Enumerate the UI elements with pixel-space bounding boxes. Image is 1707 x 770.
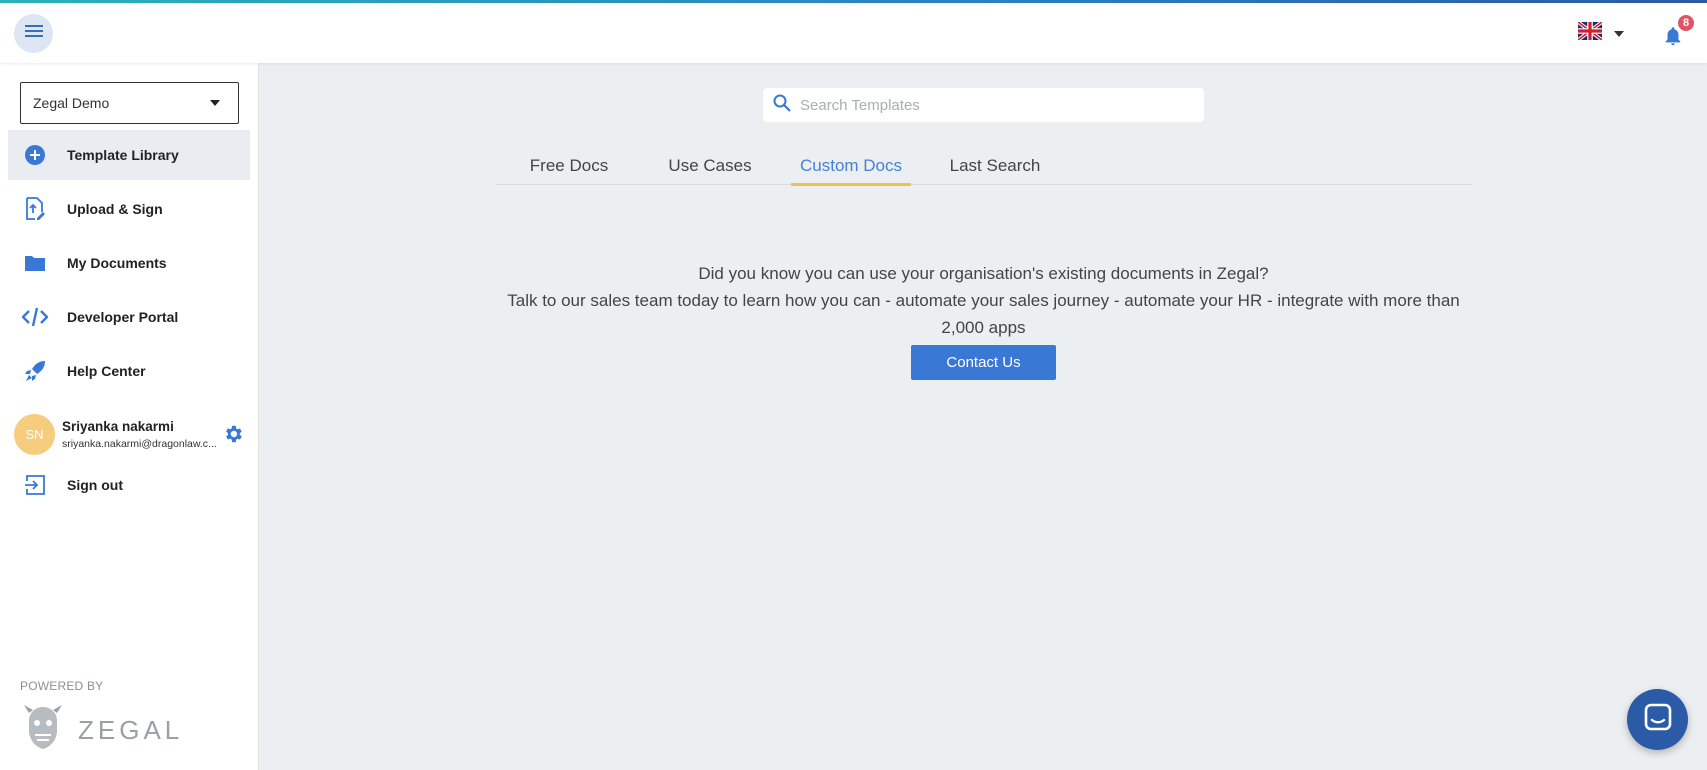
gear-icon[interactable] bbox=[222, 423, 244, 445]
message-line-1: Did you know you can use your organisati… bbox=[698, 264, 1269, 283]
top-bar: 8 bbox=[0, 3, 1707, 63]
sidebar-item-label: Upload & Sign bbox=[67, 201, 163, 217]
notification-count-badge: 8 bbox=[1676, 13, 1696, 33]
template-tabs: Free Docs Use Cases Custom Docs Last Sea… bbox=[495, 147, 1472, 186]
organisation-select[interactable]: Zegal Demo bbox=[20, 82, 239, 124]
powered-by-label: POWERED BY bbox=[20, 679, 104, 693]
contact-us-button[interactable]: Contact Us bbox=[911, 345, 1056, 380]
sign-out-button[interactable]: Sign out bbox=[8, 460, 250, 510]
search-icon bbox=[773, 94, 791, 117]
zegal-wordmark: ZEGAL bbox=[78, 715, 184, 745]
sign-out-label: Sign out bbox=[67, 477, 123, 493]
sidebar-item-label: Developer Portal bbox=[67, 309, 179, 325]
sidebar: Zegal Demo Template Library Upload & Sig… bbox=[0, 63, 259, 770]
sidebar-item-help-center[interactable]: Help Center bbox=[8, 346, 250, 396]
uk-flag-icon bbox=[1576, 20, 1604, 45]
sidebar-item-label: Help Center bbox=[67, 363, 146, 379]
hamburger-icon bbox=[24, 24, 43, 43]
menu-button[interactable] bbox=[14, 14, 53, 53]
code-icon bbox=[22, 304, 48, 330]
sidebar-item-label: My Documents bbox=[67, 255, 167, 271]
notifications-button[interactable]: 8 bbox=[1662, 13, 1696, 50]
sidebar-item-my-documents[interactable]: My Documents bbox=[8, 238, 250, 288]
organisation-select-value: Zegal Demo bbox=[33, 95, 110, 111]
avatar: SN bbox=[14, 413, 55, 455]
tab-use-cases[interactable]: Use Cases bbox=[658, 147, 762, 185]
zegal-logo: ZEGAL bbox=[22, 703, 183, 758]
rocket-icon bbox=[22, 358, 48, 384]
tab-last-search[interactable]: Last Search bbox=[943, 147, 1047, 185]
plus-circle-icon bbox=[22, 142, 48, 168]
user-email: sriyanka.nakarmi@dragonlaw.c... bbox=[62, 437, 217, 450]
sign-out-icon bbox=[22, 472, 48, 498]
tab-free-docs[interactable]: Free Docs bbox=[519, 147, 619, 185]
chat-icon bbox=[1643, 702, 1673, 737]
chevron-down-icon bbox=[1614, 30, 1624, 37]
search-input[interactable] bbox=[800, 96, 1180, 114]
user-name: Sriyanka nakarmi bbox=[62, 418, 174, 434]
sidebar-item-upload-sign[interactable]: Upload & Sign bbox=[8, 184, 250, 234]
dragon-logo-icon bbox=[22, 703, 64, 758]
chevron-down-icon bbox=[210, 100, 220, 106]
message-line-2: Talk to our sales team today to learn ho… bbox=[507, 291, 1460, 337]
folder-icon bbox=[22, 250, 48, 276]
search-bar[interactable] bbox=[763, 88, 1204, 122]
upload-sign-icon bbox=[22, 196, 48, 222]
sidebar-item-developer-portal[interactable]: Developer Portal bbox=[8, 292, 250, 342]
sidebar-item-template-library[interactable]: Template Library bbox=[8, 130, 250, 180]
custom-docs-message: Did you know you can use your organisati… bbox=[495, 260, 1472, 341]
chat-launcher-button[interactable] bbox=[1627, 689, 1688, 750]
sidebar-item-label: Template Library bbox=[67, 147, 179, 163]
language-selector[interactable] bbox=[1576, 20, 1624, 45]
user-profile: SN Sriyanka nakarmi sriyanka.nakarmi@dra… bbox=[14, 411, 250, 457]
tab-custom-docs[interactable]: Custom Docs bbox=[791, 147, 911, 186]
